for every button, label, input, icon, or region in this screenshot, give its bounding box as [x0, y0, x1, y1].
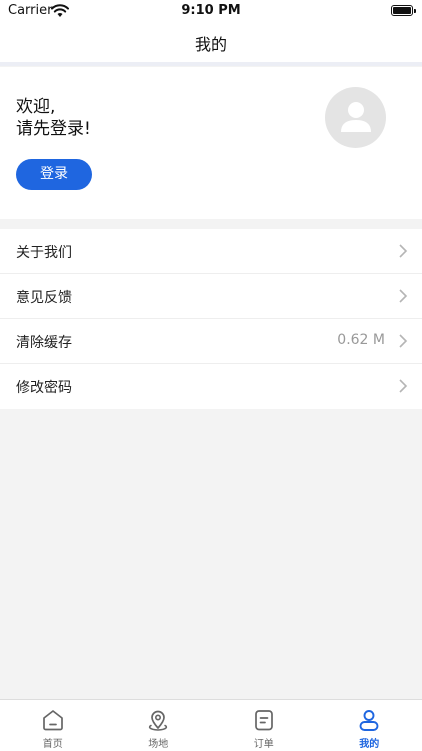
chevron-right-icon: [398, 379, 408, 393]
settings-menu: 关于我们 意见反馈 清除缓存 0.62 M 修改密码: [0, 229, 422, 409]
page-title: 我的: [0, 31, 422, 55]
login-button[interactable]: 登录: [16, 159, 92, 190]
menu-item-label: 意见反馈: [16, 287, 72, 307]
menu-item-about[interactable]: 关于我们: [0, 229, 422, 274]
chevron-right-icon: [398, 244, 408, 258]
tab-label: 场地: [106, 735, 212, 750]
nav-bar: 我的: [0, 22, 422, 66]
tab-bar: 首页 场地 订单 我的: [0, 699, 422, 751]
cache-size-value: 0.62 M: [337, 332, 385, 348]
menu-item-clear-cache[interactable]: 清除缓存 0.62 M: [0, 319, 422, 364]
tab-home[interactable]: 首页: [0, 700, 106, 751]
home-icon: [41, 708, 65, 732]
location-pin-icon: [146, 708, 170, 732]
menu-item-label: 修改密码: [16, 377, 72, 397]
menu-item-label: 关于我们: [16, 242, 72, 262]
order-document-icon: [252, 708, 276, 732]
tab-mine[interactable]: 我的: [317, 700, 422, 751]
tab-label: 订单: [211, 735, 317, 750]
greeting-line-1: 欢迎,: [16, 96, 91, 118]
menu-item-label: 清除缓存: [16, 332, 72, 352]
greeting-line-2: 请先登录!: [16, 118, 91, 140]
clock: 9:10 PM: [0, 3, 422, 18]
tab-label: 我的: [317, 735, 422, 750]
tab-label: 首页: [0, 735, 106, 750]
status-bar: Carrier 9:10 PM: [0, 0, 422, 22]
tab-orders[interactable]: 订单: [211, 700, 317, 751]
chevron-right-icon: [398, 289, 408, 303]
profile-card: 欢迎, 请先登录! 登录: [0, 67, 422, 219]
menu-item-feedback[interactable]: 意见反馈: [0, 274, 422, 319]
battery-icon: [391, 5, 413, 16]
tab-venue[interactable]: 场地: [106, 700, 212, 751]
avatar[interactable]: [325, 87, 386, 148]
avatar-user-icon: [340, 101, 372, 133]
welcome-text: 欢迎, 请先登录!: [16, 96, 91, 140]
chevron-right-icon: [398, 334, 408, 348]
user-icon: [357, 708, 381, 732]
menu-item-change-password[interactable]: 修改密码: [0, 364, 422, 409]
